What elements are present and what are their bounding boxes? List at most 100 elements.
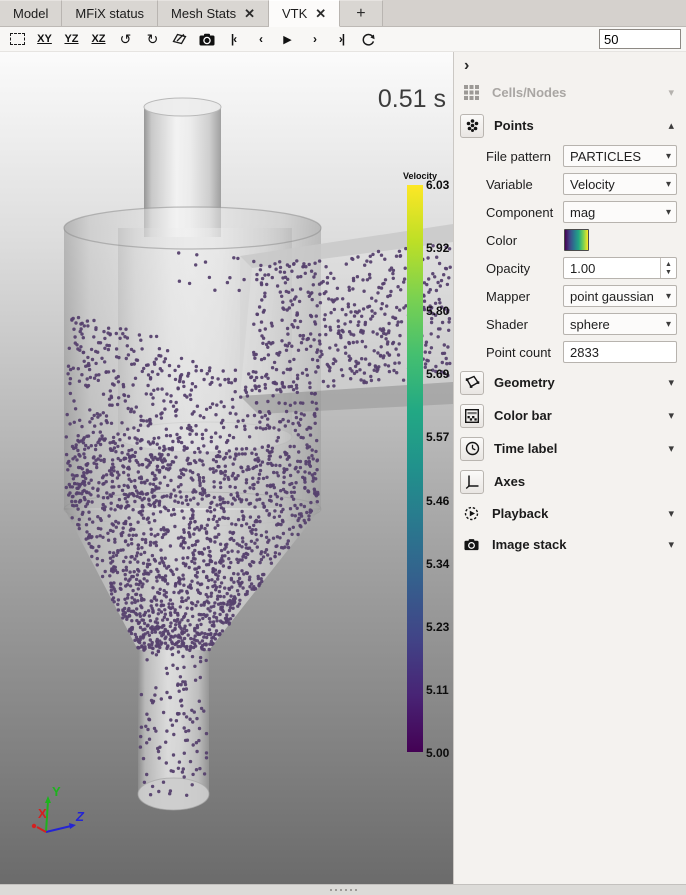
rotate-left-button[interactable]: ↺ [113, 29, 138, 50]
field-point-count: Point count 2833 [454, 338, 686, 366]
splitter-grip-icon [340, 889, 342, 891]
chevron-down-icon[interactable]: ▾ [668, 442, 674, 455]
section-color-bar[interactable]: Color bar ▾ [454, 399, 686, 432]
splitter-grip-icon [335, 889, 337, 891]
previous-frame-button[interactable]: ‹ [248, 29, 273, 50]
splitter-grip-icon [350, 889, 352, 891]
section-geometry[interactable]: Geometry ▾ [454, 366, 686, 399]
chevron-down-icon[interactable]: ▾ [668, 376, 674, 389]
variable-select[interactable]: Velocity ▾ [563, 173, 677, 195]
colormap-button[interactable] [564, 229, 589, 251]
camera-icon [199, 33, 215, 46]
chevron-down-icon: ▾ [666, 319, 671, 330]
chevron-down-icon: ▾ [666, 151, 671, 162]
opacity-spinbox[interactable]: 1.00 ▲▼ [563, 257, 677, 279]
tab-bar: Model MFiX status Mesh Stats ✕ VTK ✕ + [0, 0, 686, 27]
colorbar-tick: 5.69 [426, 367, 449, 381]
repeat-button[interactable] [356, 29, 381, 50]
chevron-down-icon[interactable]: ▾ [668, 409, 674, 422]
playback-icon [460, 503, 482, 525]
first-frame-button[interactable]: |‹ [221, 29, 246, 50]
view-xy-button[interactable]: XY [32, 29, 57, 50]
axes-visibility-button[interactable] [460, 470, 484, 494]
vtk-sidebar: › Cells/Nodes ▾ [453, 52, 686, 884]
spinbox-arrows[interactable]: ▲▼ [660, 258, 676, 278]
spin-down-icon: ▼ [665, 269, 672, 276]
bottom-splitter[interactable] [0, 884, 686, 895]
screenshot-button[interactable] [194, 29, 219, 50]
section-label: Points [494, 118, 534, 133]
mapper-select[interactable]: point gaussian ▾ [563, 285, 677, 307]
points-visibility-button[interactable] [460, 114, 484, 138]
field-color: Color [454, 226, 686, 254]
tab-vtk[interactable]: VTK ✕ [269, 0, 340, 27]
plus-icon: + [356, 5, 365, 23]
tab-mfix-status[interactable]: MFiX status [62, 0, 158, 26]
vtk-scene [0, 52, 453, 884]
section-label: Time label [494, 441, 557, 456]
last-frame-button[interactable]: ›| [329, 29, 354, 50]
perspective-button[interactable] [167, 29, 192, 50]
section-playback[interactable]: Playback ▾ [454, 498, 686, 529]
chevron-down-icon[interactable]: ▾ [668, 86, 674, 99]
points-fields: File pattern PARTICLES ▾ Variable Veloci… [454, 142, 686, 366]
field-file-pattern: File pattern PARTICLES ▾ [454, 142, 686, 170]
time-label: 0.51 s [378, 85, 446, 114]
next-frame-button[interactable]: › [302, 29, 327, 50]
vtk-viewport[interactable]: 0.51 s Velocity 6.03 5.92 5.80 5.69 5.57… [0, 52, 453, 884]
field-variable: Variable Velocity ▾ [454, 170, 686, 198]
colorbar-tick: 5.11 [426, 683, 449, 697]
colorbar-visibility-button[interactable] [460, 404, 484, 428]
tab-label: MFiX status [75, 6, 144, 21]
chevron-up-icon[interactable]: ▴ [668, 119, 674, 132]
spin-up-icon: ▲ [665, 261, 672, 268]
splitter-grip-icon [330, 889, 332, 891]
field-shader: Shader sphere ▾ [454, 310, 686, 338]
colorbar-tick: 5.00 [426, 746, 449, 760]
chevron-down-icon[interactable]: ▾ [668, 538, 674, 551]
section-image-stack[interactable]: Image stack ▾ [454, 529, 686, 560]
tab-label: VTK [282, 6, 307, 21]
file-pattern-select[interactable]: PARTICLES ▾ [563, 145, 677, 167]
grid-icon [460, 82, 482, 104]
close-icon[interactable]: ✕ [244, 7, 255, 20]
colorbar-tick: 6.03 [426, 178, 449, 192]
colorbar-icon [465, 409, 479, 423]
view-yz-button[interactable]: YZ [59, 29, 84, 50]
section-label: Image stack [492, 537, 566, 552]
point-count-field[interactable]: 2833 [563, 341, 677, 363]
section-label: Geometry [494, 375, 555, 390]
colorbar-tick: 5.92 [426, 241, 449, 255]
section-cells-nodes[interactable]: Cells/Nodes ▾ [454, 76, 686, 109]
component-select[interactable]: mag ▾ [563, 201, 677, 223]
view-xz-button[interactable]: XZ [86, 29, 111, 50]
play-button[interactable]: ▶ [275, 29, 300, 50]
mfix-window: Model MFiX status Mesh Stats ✕ VTK ✕ + X… [0, 0, 686, 895]
splitter-grip-icon [345, 889, 347, 891]
geometry-visibility-button[interactable] [460, 371, 484, 395]
tab-mesh-stats[interactable]: Mesh Stats ✕ [158, 0, 269, 26]
colorbar-tick: 5.80 [426, 304, 449, 318]
chevron-down-icon: ▾ [666, 291, 671, 302]
section-time-label[interactable]: Time label ▾ [454, 432, 686, 465]
chevron-down-icon[interactable]: ▾ [668, 507, 674, 520]
new-tab-button[interactable]: + [340, 0, 382, 26]
axis-x-label: X [38, 806, 47, 821]
frame-number-input[interactable] [599, 29, 681, 49]
time-label-visibility-button[interactable] [460, 437, 484, 461]
tab-label: Mesh Stats [171, 6, 236, 21]
tab-label: Model [13, 6, 48, 21]
axis-y-label: Y [52, 784, 61, 799]
close-icon[interactable]: ✕ [315, 7, 326, 20]
chevron-down-icon: ▾ [666, 207, 671, 218]
repeat-icon [361, 32, 376, 47]
reset-view-button[interactable] [5, 29, 30, 50]
field-component: Component mag ▾ [454, 198, 686, 226]
section-points[interactable]: Points ▴ [454, 109, 686, 142]
collapse-panel-button[interactable]: › [464, 58, 469, 74]
tab-model[interactable]: Model [0, 0, 62, 26]
section-axes[interactable]: Axes [454, 465, 686, 498]
rotate-right-button[interactable]: ↻ [140, 29, 165, 50]
shader-select[interactable]: sphere ▾ [563, 313, 677, 335]
camera-icon [460, 534, 482, 556]
